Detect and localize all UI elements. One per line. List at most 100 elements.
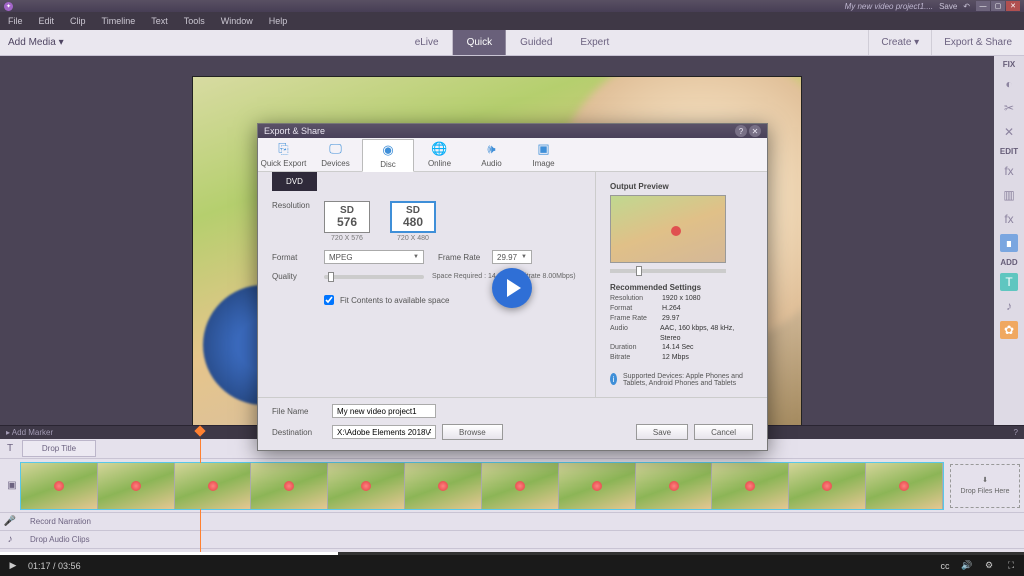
video-clips[interactable] — [20, 462, 944, 510]
mode-elive[interactable]: eLive — [401, 30, 453, 55]
video-progress-bar[interactable] — [0, 552, 1024, 555]
destination-label: Destination — [272, 428, 326, 437]
video-play-overlay-button[interactable] — [492, 268, 532, 308]
devices-icon: 🖵 — [326, 141, 346, 157]
frame-rate-label: Frame Rate — [438, 253, 492, 262]
clip-thumb — [559, 463, 636, 509]
undo-icon[interactable]: ↶ — [963, 2, 970, 11]
fit-contents-checkbox[interactable] — [324, 295, 334, 305]
quick-export-icon: ⎘ — [274, 141, 294, 157]
menu-text[interactable]: Text — [143, 16, 176, 26]
disc-icon: ◉ — [378, 142, 398, 158]
rail-edit-label: EDIT — [1000, 147, 1018, 156]
clip-thumb — [482, 463, 559, 509]
music-icon[interactable]: ♪ — [1000, 297, 1018, 315]
clip-thumb — [712, 463, 789, 509]
fx2-icon[interactable]: fx — [1000, 210, 1018, 228]
menu-edit[interactable]: Edit — [31, 16, 63, 26]
file-name-label: File Name — [272, 407, 326, 416]
clip-thumb — [866, 463, 943, 509]
dialog-tabs: ⎘Quick Export 🖵Devices ◉Disc 🌐Online 🕪Au… — [258, 138, 767, 172]
drop-files-label: Drop Files Here — [960, 488, 1009, 495]
tab-audio[interactable]: 🕪Audio — [466, 138, 518, 171]
preview-scrubber[interactable] — [610, 269, 726, 273]
dialog-titlebar: Export & Share ? ✕ — [258, 124, 767, 138]
export-share-button[interactable]: Export & Share — [931, 30, 1024, 55]
format-select[interactable]: MPEG — [324, 250, 424, 264]
mode-quick[interactable]: Quick — [453, 30, 507, 55]
close-button[interactable]: ✕ — [1006, 1, 1020, 11]
quality-slider[interactable] — [324, 275, 424, 279]
video-play-icon[interactable]: ▶ — [6, 559, 20, 573]
supported-devices-text: Supported Devices: Apple Phones and Tabl… — [623, 373, 753, 387]
video-fullscreen-icon[interactable]: ⛶ — [1004, 559, 1018, 573]
frame-rate-select[interactable]: 29.97 — [492, 250, 532, 264]
narration-track-icon[interactable]: 🎤 — [0, 516, 20, 527]
tab-disc[interactable]: ◉Disc — [362, 139, 414, 172]
save-button[interactable]: Save — [636, 424, 688, 440]
menu-help[interactable]: Help — [261, 16, 296, 26]
image-icon: ▣ — [534, 141, 554, 157]
tools-icon[interactable]: ✕ — [1000, 123, 1018, 141]
mode-expert[interactable]: Expert — [566, 30, 623, 55]
resolution-option-480[interactable]: SD480 — [390, 201, 436, 233]
mode-guided[interactable]: Guided — [506, 30, 566, 55]
color-icon[interactable]: ∎ — [1000, 234, 1018, 252]
add-media-button[interactable]: Add Media ▾ — [8, 37, 64, 48]
save-link[interactable]: Save — [939, 2, 957, 11]
video-settings-icon[interactable]: ⚙ — [982, 559, 996, 573]
video-track-icon[interactable]: ▣ — [4, 480, 20, 491]
menu-file[interactable]: File — [0, 16, 31, 26]
text-tool-icon[interactable]: T — [0, 439, 20, 459]
text-icon[interactable]: T — [1000, 273, 1018, 291]
drop-audio-slot[interactable]: Drop Audio Clips — [20, 535, 90, 544]
audio-icon: 🕪 — [482, 141, 502, 157]
info-icon: i — [610, 373, 617, 385]
file-name-input[interactable] — [332, 404, 436, 418]
app-logo-icon: ✦ — [4, 2, 13, 11]
resolution-sub-576: 720 X 576 — [324, 235, 370, 242]
right-rail: FIX ◐ ✂ ✕ EDIT fx ▥ fx ∎ ADD T ♪ ✿ — [994, 56, 1024, 425]
document-name: My new video project1.... — [845, 2, 933, 11]
resolution-option-576[interactable]: SD576 — [324, 201, 370, 233]
maximize-button[interactable]: ▢ — [991, 1, 1005, 11]
menu-tools[interactable]: Tools — [176, 16, 213, 26]
dialog-title: Export & Share — [264, 126, 325, 136]
crop-icon[interactable]: ✂ — [1000, 99, 1018, 117]
minimize-button[interactable]: — — [976, 1, 990, 11]
clip-thumb — [405, 463, 482, 509]
menu-window[interactable]: Window — [213, 16, 261, 26]
destination-input[interactable] — [332, 425, 436, 439]
tab-online[interactable]: 🌐Online — [414, 138, 466, 171]
marker-help-icon[interactable]: ? — [1014, 428, 1018, 437]
cancel-button[interactable]: Cancel — [694, 424, 753, 440]
tab-devices[interactable]: 🖵Devices — [310, 138, 362, 171]
graphics-icon[interactable]: ✿ — [1000, 321, 1018, 339]
clip-thumb — [175, 463, 252, 509]
video-volume-icon[interactable]: 🔊 — [960, 559, 974, 573]
record-narration-slot[interactable]: Record Narration — [20, 517, 91, 526]
menu-clip[interactable]: Clip — [62, 16, 94, 26]
tab-image[interactable]: ▣Image — [518, 138, 570, 171]
audio-track-icon[interactable]: ♪ — [0, 534, 20, 545]
clip-thumb — [328, 463, 405, 509]
adjust-icon[interactable]: ◐ — [1000, 75, 1018, 93]
titlebar: ✦ My new video project1.... Save ↶ — ▢ ✕ — [0, 0, 1024, 12]
browse-button[interactable]: Browse — [442, 424, 503, 440]
dialog-close-icon[interactable]: ✕ — [749, 125, 761, 137]
subtab-dvd[interactable]: DVD — [272, 172, 317, 191]
drop-files-slot[interactable]: ⬇ Drop Files Here — [950, 464, 1020, 508]
fx1-icon[interactable]: fx — [1000, 162, 1018, 180]
menu-timeline[interactable]: Timeline — [94, 16, 144, 26]
output-preview-thumb — [610, 195, 726, 263]
video-cc-icon[interactable]: cc — [938, 559, 952, 573]
recommended-heading: Recommended Settings — [610, 283, 753, 292]
tab-quick-export[interactable]: ⎘Quick Export — [258, 138, 310, 171]
add-marker-button[interactable]: ▸ Add Marker — [6, 428, 53, 437]
transition-icon[interactable]: ▥ — [1000, 186, 1018, 204]
create-button[interactable]: Create ▾ — [868, 30, 931, 55]
clip-thumb — [21, 463, 98, 509]
clip-thumb — [251, 463, 328, 509]
drop-title-slot[interactable]: Drop Title — [22, 440, 96, 457]
dialog-help-icon[interactable]: ? — [735, 125, 747, 137]
